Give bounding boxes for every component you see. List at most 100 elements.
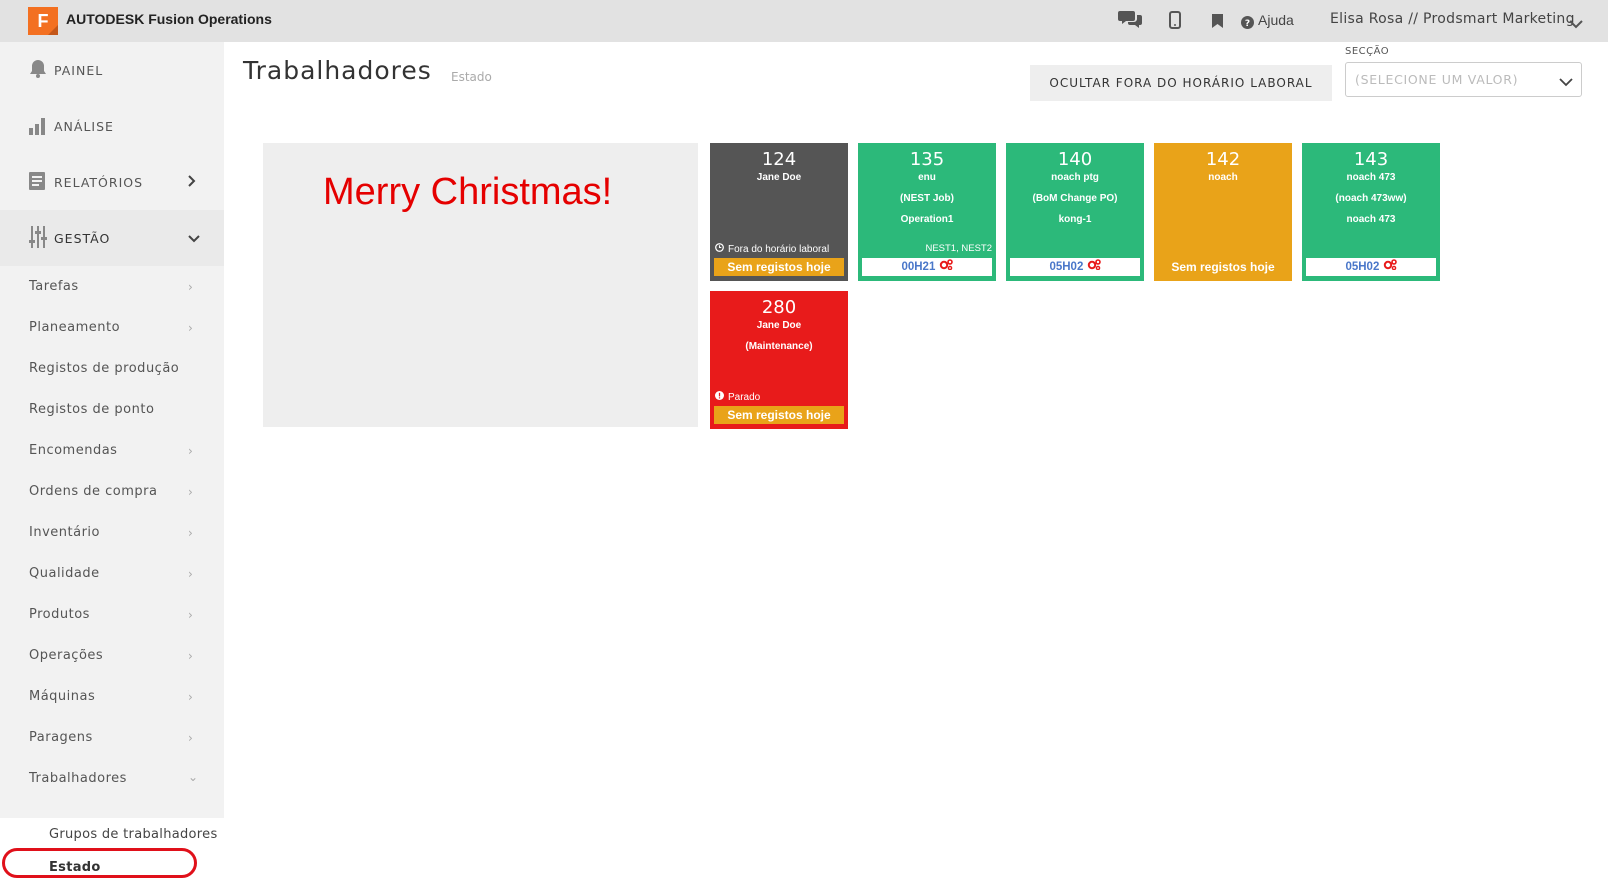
worker-card[interactable]: 135 enu (NEST Job) Operation1 NEST1, NES… bbox=[858, 143, 996, 281]
worker-number: 124 bbox=[761, 149, 797, 170]
worker-tags: NEST1, NEST2 bbox=[925, 243, 992, 254]
chevron-right-icon: › bbox=[188, 280, 193, 294]
sidebar-item-planeamento[interactable]: Planeamento bbox=[29, 320, 120, 335]
sidebar-item-grupos-trabalhadores[interactable]: Grupos de trabalhadores bbox=[49, 827, 218, 842]
svg-text:?: ? bbox=[1245, 19, 1250, 29]
user-menu[interactable]: Elisa Rosa // Prodsmart Marketing bbox=[1330, 11, 1575, 27]
gears-icon bbox=[1087, 259, 1101, 273]
worker-operation: noach 473 bbox=[1346, 214, 1396, 225]
worker-name: noach ptg bbox=[1051, 172, 1099, 183]
bookmark-icon[interactable] bbox=[1212, 13, 1223, 32]
sidebar-item-trabalhadores[interactable]: Trabalhadores bbox=[29, 771, 127, 786]
worker-status: Fora do horário laboral bbox=[715, 243, 829, 255]
worker-number: 280 bbox=[761, 297, 797, 318]
worker-card[interactable]: 140 noach ptg (BoM Change PO) kong-1 05H… bbox=[1006, 143, 1144, 281]
chevron-down-icon bbox=[1559, 72, 1573, 91]
worker-card[interactable]: 124 Jane Doe Fora do horário laboral Sem… bbox=[710, 143, 848, 281]
chevron-right-icon: › bbox=[188, 567, 193, 581]
worker-job: (noach 473ww) bbox=[1335, 193, 1407, 204]
sidebar-item-inventario[interactable]: Inventário bbox=[29, 525, 100, 540]
chat-icon[interactable] bbox=[1118, 9, 1142, 33]
gears-icon bbox=[1383, 259, 1397, 273]
sidebar-item-encomendas[interactable]: Encomendas bbox=[29, 443, 117, 458]
sidebar-item-operacoes[interactable]: Operações bbox=[29, 648, 103, 663]
chevron-right-icon bbox=[188, 174, 196, 190]
sidebar-item-ordens-compra[interactable]: Ordens de compra bbox=[29, 484, 157, 499]
app-logo[interactable]: F bbox=[28, 7, 58, 35]
no-logs-badge: Sem registos hoje bbox=[714, 406, 844, 424]
sidebar-item-relatorios[interactable]: RELATÓRIOS bbox=[0, 154, 224, 210]
worker-job: (Maintenance) bbox=[745, 341, 813, 352]
worker-number: 143 bbox=[1353, 149, 1389, 170]
sidebar-item-label: PAINEL bbox=[54, 62, 104, 78]
worker-number: 135 bbox=[909, 149, 945, 170]
sidebar-item-registos-ponto[interactable]: Registos de ponto bbox=[29, 402, 154, 417]
sidebar-item-paragens[interactable]: Paragens bbox=[29, 730, 93, 745]
worker-time-box: 05H02 bbox=[1306, 258, 1436, 276]
worker-time: 05H02 bbox=[1049, 261, 1084, 273]
worker-status-text: Parado bbox=[728, 391, 761, 403]
worker-time: 00H21 bbox=[901, 261, 936, 273]
mobile-icon[interactable] bbox=[1169, 11, 1181, 33]
section-label: SECÇÃO bbox=[1345, 46, 1390, 57]
no-logs-badge: Sem registos hoje bbox=[714, 258, 844, 276]
chevron-right-icon: › bbox=[188, 321, 193, 335]
sidebar-item-registos-producao[interactable]: Registos de produção bbox=[29, 361, 179, 376]
worker-status: Parado bbox=[715, 391, 760, 403]
worker-number: 142 bbox=[1205, 149, 1241, 170]
sidebar-item-gestao[interactable]: GESTÃO bbox=[0, 210, 224, 266]
help-link[interactable]: Ajuda bbox=[1258, 12, 1294, 28]
christmas-banner: Merry Christmas! bbox=[263, 143, 698, 427]
section-select[interactable]: (SELECIONE UM VALOR) bbox=[1345, 62, 1582, 97]
page-title: Trabalhadores bbox=[243, 56, 432, 85]
worker-time-box: 00H21 bbox=[862, 258, 992, 276]
chevron-right-icon: › bbox=[188, 731, 193, 745]
gears-icon bbox=[939, 259, 953, 273]
hide-off-hours-button[interactable]: OCULTAR FORA DO HORÁRIO LABORAL bbox=[1030, 65, 1332, 101]
chevron-down-icon: ⌄ bbox=[188, 770, 199, 784]
worker-card[interactable]: 280 Jane Doe (Maintenance) Parado Sem re… bbox=[710, 291, 848, 429]
worker-card[interactable]: 143 noach 473 (noach 473ww) noach 473 05… bbox=[1302, 143, 1440, 281]
worker-name: noach bbox=[1208, 172, 1238, 183]
chevron-right-icon: › bbox=[188, 608, 193, 622]
worker-operation: Operation1 bbox=[900, 214, 954, 225]
chevron-down-icon[interactable] bbox=[1569, 14, 1583, 33]
chevron-right-icon: › bbox=[188, 526, 193, 540]
sidebar-item-tarefas[interactable]: Tarefas bbox=[29, 279, 79, 294]
worker-status-text: Fora do horário laboral bbox=[728, 243, 830, 255]
chevron-down-icon bbox=[188, 231, 200, 246]
help-icon[interactable]: ? bbox=[1241, 14, 1254, 33]
worker-name: enu bbox=[918, 172, 936, 183]
worker-name: Jane Doe bbox=[756, 320, 802, 331]
chevron-right-icon: › bbox=[188, 690, 193, 704]
sidebar-item-produtos[interactable]: Produtos bbox=[29, 607, 90, 622]
sidebar-item-maquinas[interactable]: Máquinas bbox=[29, 689, 95, 704]
worker-job: (BoM Change PO) bbox=[1032, 193, 1118, 204]
sidebar-item-label: ANÁLISE bbox=[54, 118, 114, 134]
sliders-icon bbox=[28, 225, 48, 251]
clock-icon bbox=[715, 243, 724, 255]
worker-time-box: 05H02 bbox=[1010, 258, 1140, 276]
bar-chart-icon bbox=[28, 115, 48, 138]
bell-icon bbox=[28, 59, 48, 82]
sidebar: PAINEL ANÁLISE RELATÓRIOS GESTÃO Tarefas… bbox=[0, 42, 224, 880]
worker-job: (NEST Job) bbox=[900, 193, 954, 204]
active-item-highlight bbox=[2, 848, 197, 878]
section-placeholder: (SELECIONE UM VALOR) bbox=[1355, 72, 1519, 87]
worker-number: 140 bbox=[1057, 149, 1093, 170]
worker-name: Jane Doe bbox=[756, 172, 802, 183]
worker-operation: kong-1 bbox=[1058, 214, 1092, 225]
sidebar-item-analise[interactable]: ANÁLISE bbox=[0, 98, 224, 154]
report-icon bbox=[28, 171, 46, 194]
sidebar-item-label: GESTÃO bbox=[54, 230, 111, 246]
brand-name: AUTODESK Fusion Operations bbox=[66, 11, 272, 27]
sidebar-item-painel[interactable]: PAINEL bbox=[0, 42, 224, 98]
sidebar-item-qualidade[interactable]: Qualidade bbox=[29, 566, 100, 581]
top-bar: F AUTODESK Fusion Operations ? Ajuda Eli… bbox=[0, 0, 1608, 42]
sidebar-item-label: RELATÓRIOS bbox=[54, 174, 144, 190]
worker-card[interactable]: 142 noach Sem registos hoje bbox=[1154, 143, 1292, 281]
worker-name: noach 473 bbox=[1346, 172, 1396, 183]
chevron-right-icon: › bbox=[188, 485, 193, 499]
alert-icon bbox=[715, 391, 724, 403]
no-logs-badge: Sem registos hoje bbox=[1158, 258, 1288, 276]
